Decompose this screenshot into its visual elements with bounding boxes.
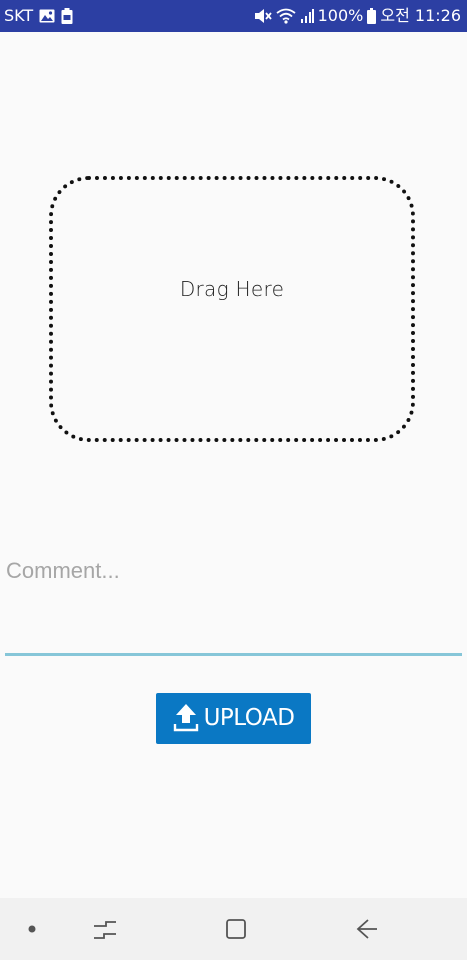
navigation-bar <box>0 898 467 960</box>
drop-zone-label: Drag Here <box>179 277 285 301</box>
battery-icon <box>367 8 377 24</box>
comment-input[interactable] <box>5 552 462 656</box>
status-right: 100% 오전 11:26 <box>254 6 461 26</box>
comment-field-wrapper <box>5 552 462 656</box>
wifi-icon <box>276 8 296 24</box>
upload-button[interactable]: UPLOAD <box>156 693 311 744</box>
status-bar: SKT 100% 오전 11:26 <box>0 0 467 32</box>
image-icon <box>39 9 55 23</box>
drop-zone[interactable]: Drag Here <box>49 176 415 442</box>
home-icon[interactable] <box>210 898 262 960</box>
upload-icon <box>173 702 199 735</box>
status-left: SKT <box>4 6 73 26</box>
back-icon[interactable] <box>340 898 394 960</box>
recent-apps-icon[interactable] <box>80 898 130 960</box>
dot-indicator-icon[interactable] <box>12 898 52 960</box>
signal-icon <box>300 8 314 24</box>
carrier-label: SKT <box>4 6 34 25</box>
upload-button-label: UPLOAD <box>203 705 295 731</box>
clock: 오전 11:26 <box>380 6 461 25</box>
battery-percent: 100% <box>317 6 364 25</box>
mute-icon <box>254 8 272 24</box>
battery-saver-icon <box>61 8 73 24</box>
